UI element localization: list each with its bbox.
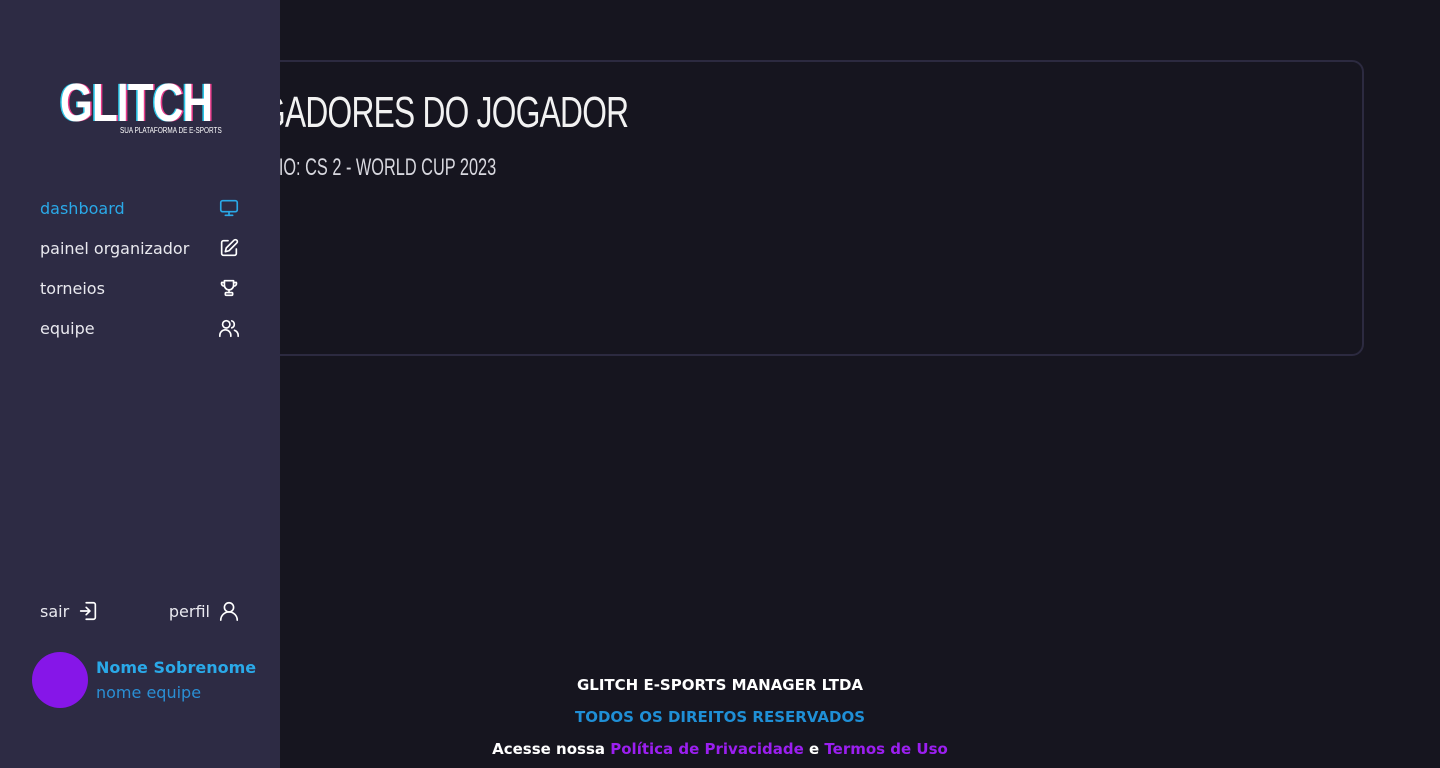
trophy-icon [218, 277, 240, 299]
sidebar-item-label: painel organizador [40, 238, 190, 258]
footer-policy-prefix: Acesse nossa [492, 740, 606, 758]
users-icon [218, 317, 240, 339]
sidebar-item-dashboard[interactable]: dashboard [40, 188, 240, 228]
footer-policy-line: Acesse nossa Política de Privacidade e T… [280, 736, 1160, 764]
account-links: sair perfil [40, 600, 240, 632]
logo-tagline: SUA PLATAFORMA DE E-SPORTS [120, 126, 222, 135]
sidebar-item-label: equipe [40, 318, 95, 338]
card-title: JOGADORES DO JOGADOR [222, 88, 629, 137]
sidebar-item-painel-organizador[interactable]: painel organizador [40, 228, 240, 268]
footer-connector: e [808, 740, 820, 758]
profile-button[interactable]: perfil [169, 600, 240, 622]
sidebar-item-label: torneios [40, 278, 105, 298]
logo-text: GLITCH [60, 73, 213, 133]
sidebar-item-torneios[interactable]: torneios [40, 268, 240, 308]
tournament-card: JOGADORES DO JOGADOR TORNEIO: CS 2 - WOR… [220, 60, 1364, 356]
monitor-icon [218, 197, 240, 219]
sidebar: GLITCH SUA PLATAFORMA DE E-SPORTS dashbo… [0, 0, 280, 768]
user-team: nome equipe [96, 683, 202, 702]
footer-company: GLITCH E-SPORTS MANAGER LTDA [576, 676, 864, 694]
sidebar-nav: dashboard painel organizador torneios eq… [40, 188, 240, 348]
terms-of-use-link[interactable]: Termos de Uso [824, 740, 947, 758]
user-name: Nome Sobrenome [96, 658, 257, 677]
sidebar-item-label: dashboard [40, 198, 125, 218]
user-card[interactable]: Nome Sobrenome nome equipe [32, 652, 272, 708]
logout-button[interactable]: sair [40, 600, 99, 622]
logout-label: sair [40, 601, 70, 621]
sidebar-item-equipe[interactable]: equipe [40, 308, 240, 348]
profile-label: perfil [168, 601, 210, 621]
privacy-policy-link[interactable]: Política de Privacidade [610, 740, 804, 758]
footer: GLITCH E-SPORTS MANAGER LTDA TODOS OS DI… [280, 672, 1160, 764]
edit-icon [218, 237, 240, 259]
footer-rights: TODOS OS DIREITOS RESERVADOS [574, 708, 865, 726]
logout-icon [77, 600, 99, 622]
user-icon [218, 600, 240, 622]
avatar[interactable] [32, 652, 88, 708]
glitch-logo[interactable]: GLITCH SUA PLATAFORMA DE E-SPORTS [60, 73, 222, 140]
